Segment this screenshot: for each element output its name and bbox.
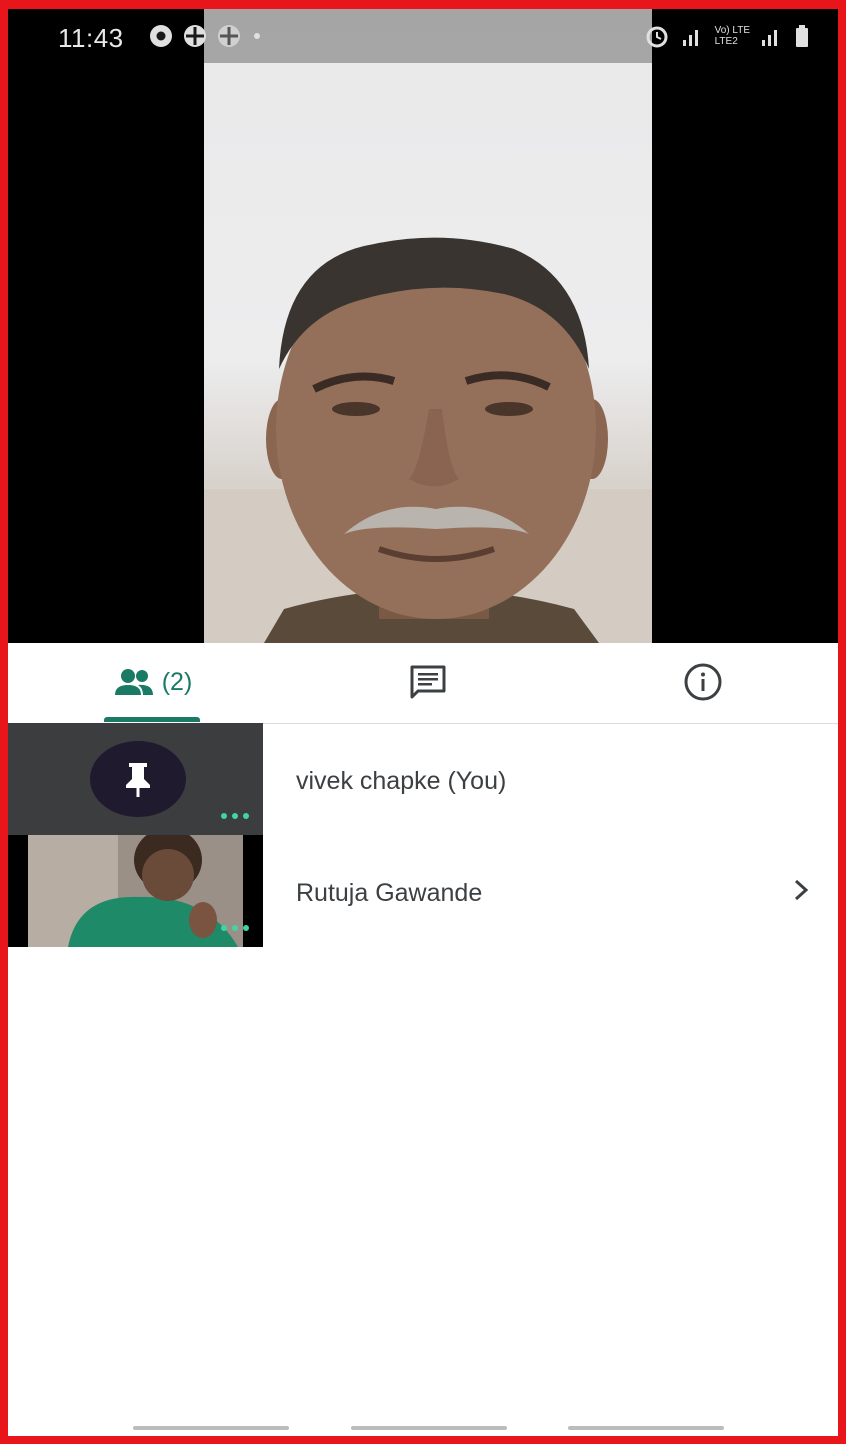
- tab-chat[interactable]: [388, 643, 468, 721]
- more-options-icon[interactable]: [221, 813, 249, 819]
- chat-icon: [410, 665, 446, 699]
- alarm-icon: [646, 26, 668, 48]
- screenshot-frame: 11:43 Vo) LTE LTE2 (2) vivek chapke (You…: [0, 0, 846, 1444]
- participant-video-image: [204, 237, 652, 643]
- nav-home-button[interactable]: [351, 1426, 507, 1430]
- info-icon: [684, 663, 722, 701]
- video-area[interactable]: 11:43 Vo) LTE LTE2: [8, 9, 838, 643]
- tab-people[interactable]: (2): [98, 643, 208, 721]
- network-label-top: Vo) LTE: [714, 25, 750, 36]
- participant-thumbnail: [8, 723, 263, 835]
- app-icon: [184, 25, 206, 47]
- dot-icon: [254, 33, 260, 39]
- participant-name: Rutuja Gawande: [296, 879, 483, 907]
- signal-icon: [762, 30, 777, 46]
- participant-row[interactable]: vivek chapke (You): [8, 723, 838, 835]
- app-icon: [218, 25, 240, 47]
- notification-icons: [148, 23, 264, 49]
- main-video-feed[interactable]: [204, 9, 652, 643]
- status-bar-shade: [204, 9, 652, 63]
- system-icons: Vo) LTE LTE2: [643, 23, 810, 49]
- tab-info[interactable]: [668, 643, 738, 721]
- volte-lte-icon: Vo) LTE LTE2: [715, 25, 750, 47]
- chrome-icon: [150, 25, 172, 47]
- participant-name: vivek chapke (You): [296, 767, 507, 795]
- nav-back-button[interactable]: [568, 1426, 724, 1430]
- battery-icon: [796, 25, 808, 47]
- status-bar: 11:43 Vo) LTE LTE2: [8, 9, 838, 63]
- call-tab-bar: (2): [8, 643, 838, 724]
- pin-icon: [126, 763, 150, 797]
- signal-icon: [682, 30, 698, 46]
- status-time: 11:43: [58, 23, 124, 53]
- people-count: (2): [161, 667, 193, 696]
- more-options-icon[interactable]: [221, 925, 249, 931]
- active-tab-indicator: [104, 717, 200, 722]
- pin-button[interactable]: [90, 741, 186, 817]
- people-icon: [114, 669, 153, 695]
- participant-thumbnail: [8, 835, 263, 947]
- network-label-bottom: LTE2: [714, 36, 738, 47]
- nav-recents-button[interactable]: [133, 1426, 289, 1430]
- participant-row[interactable]: Rutuja Gawande: [8, 835, 838, 947]
- chevron-right-icon[interactable]: [790, 875, 814, 905]
